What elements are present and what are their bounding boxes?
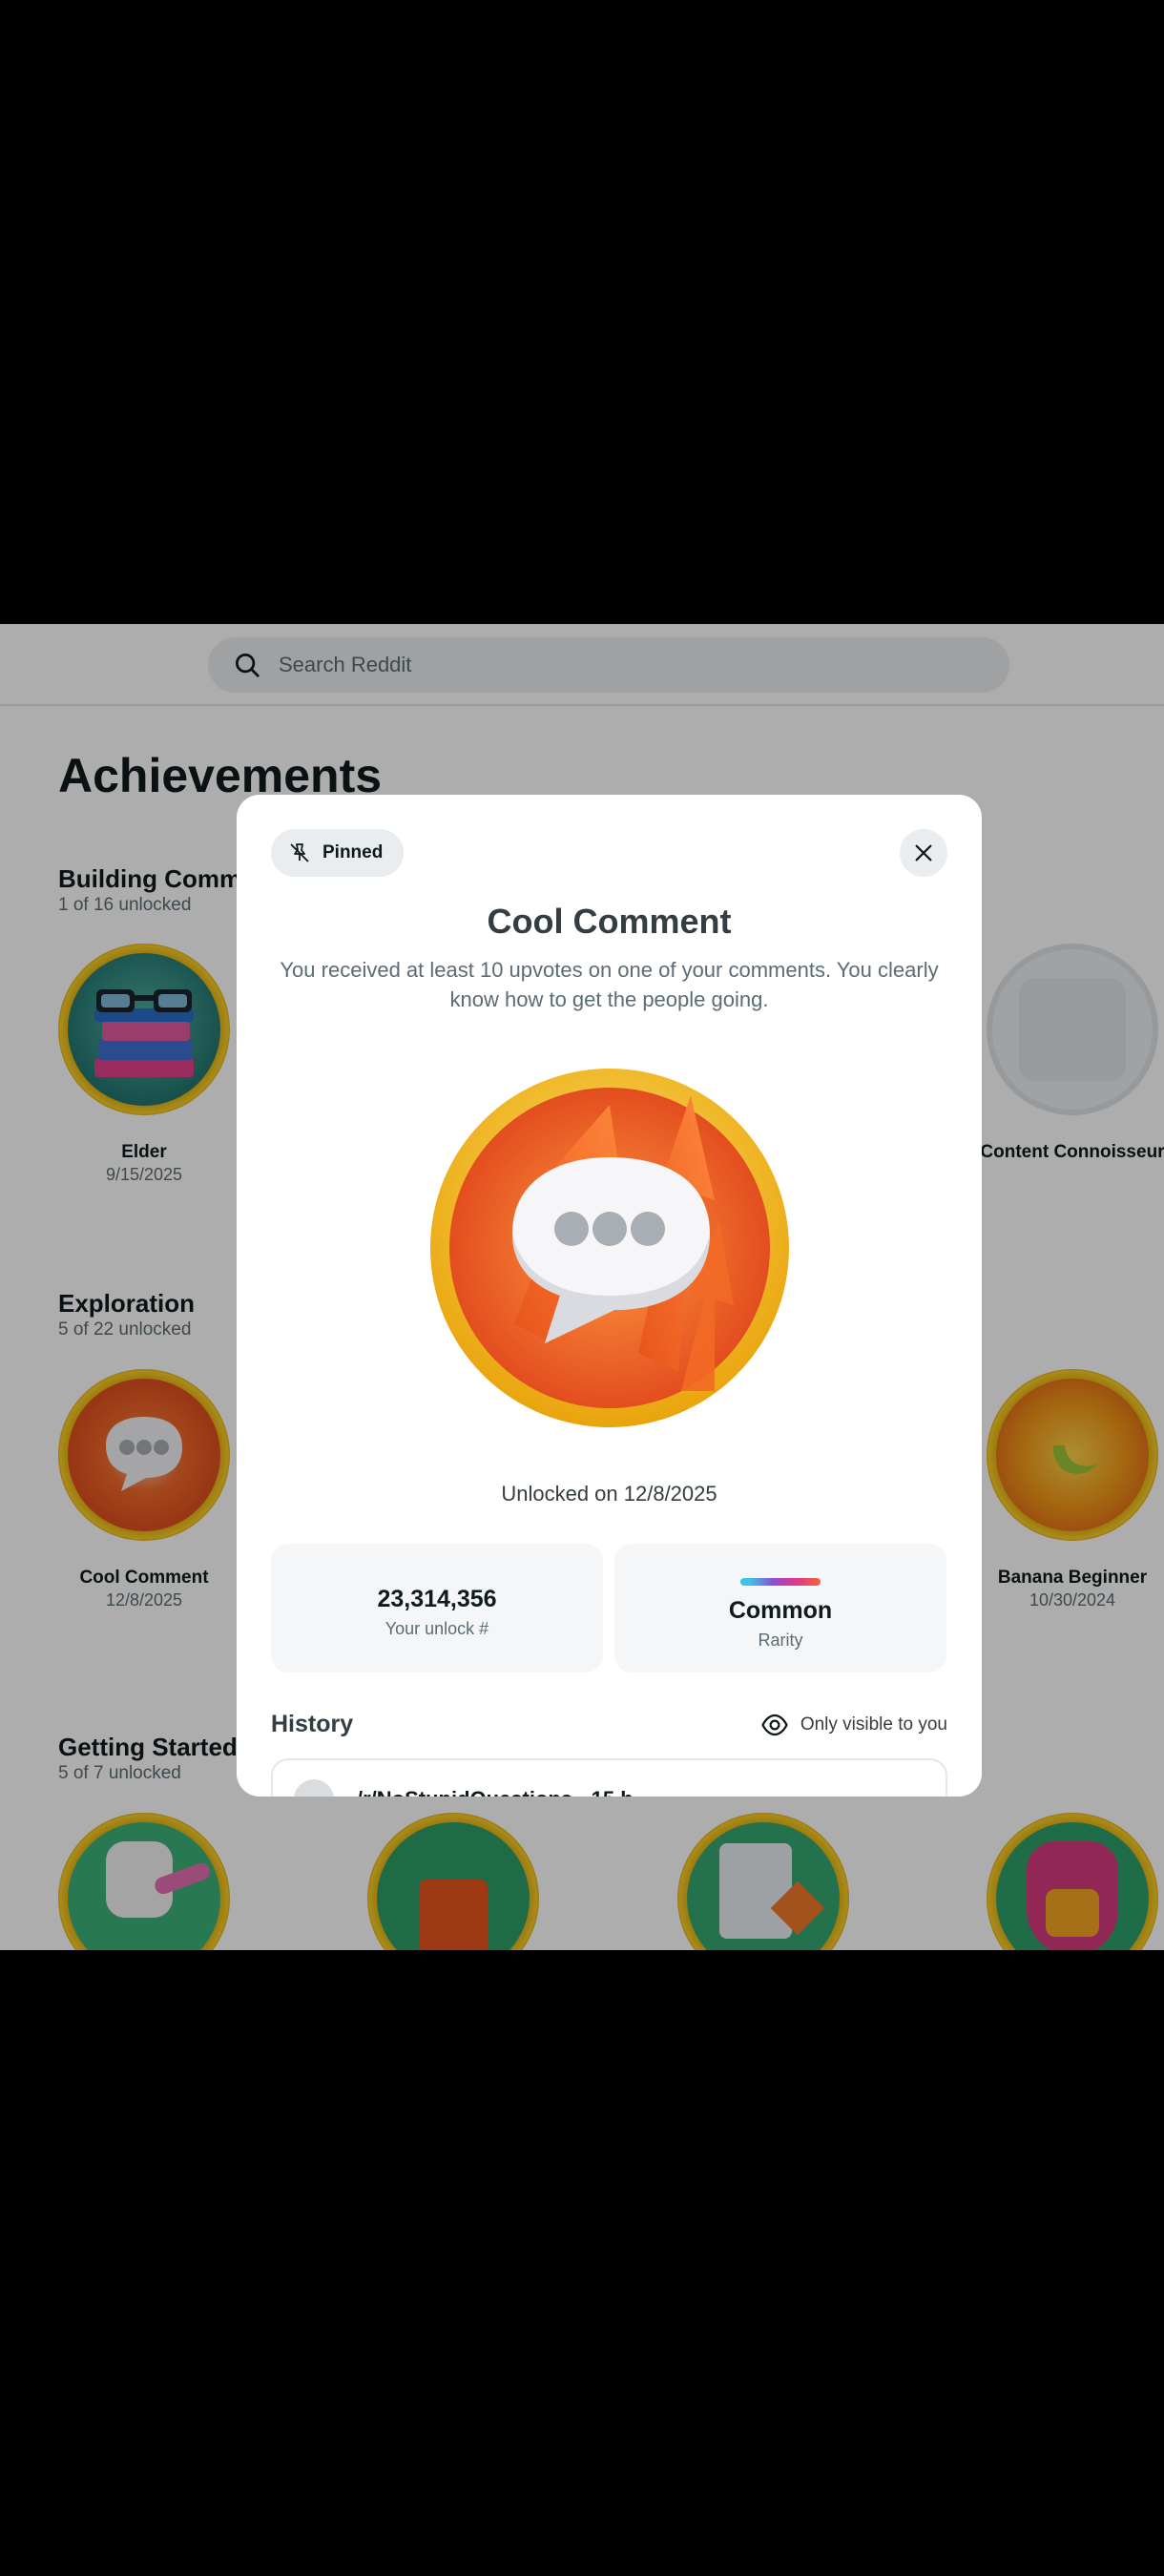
achievements-screen: Search Reddit Achievements Building Comm… [0,624,1164,1950]
history-item-label: /r/NoStupidQuestions · 15 h [357,1787,634,1797]
rarity-bar [740,1578,821,1586]
history-item[interactable]: /r/NoStupidQuestions · 15 h [271,1758,947,1797]
eye-icon [761,1714,788,1736]
unpin-icon [290,843,309,862]
rarity-value: Common [728,1597,833,1624]
modal-title: Cool Comment [487,902,732,941]
close-icon [915,844,932,862]
unlock-number-label: Your unlock # [385,1619,489,1638]
visibility-indicator: Only visible to you [760,1711,947,1739]
modal-description: You received at least 10 upvotes on one … [280,958,939,1011]
visibility-label: Only visible to you [800,1714,947,1735]
unlocked-date: Unlocked on 12/8/2025 [501,1482,717,1506]
cool-comment-large-badge [430,1069,789,1427]
history-title: History [271,1711,354,1737]
close-button[interactable] [900,829,947,877]
rarity-card: Common Rarity [614,1544,946,1672]
rarity-label: Rarity [758,1631,803,1650]
achievement-modal: Pinned Cool Comment You received at leas… [237,795,982,1797]
pinned-label: Pinned [322,842,384,862]
unlock-number-card: 23,314,356 Your unlock # [271,1544,603,1672]
pinned-button[interactable]: Pinned [271,829,405,877]
avatar [294,1779,334,1797]
unlock-number-value: 23,314,356 [377,1586,497,1612]
